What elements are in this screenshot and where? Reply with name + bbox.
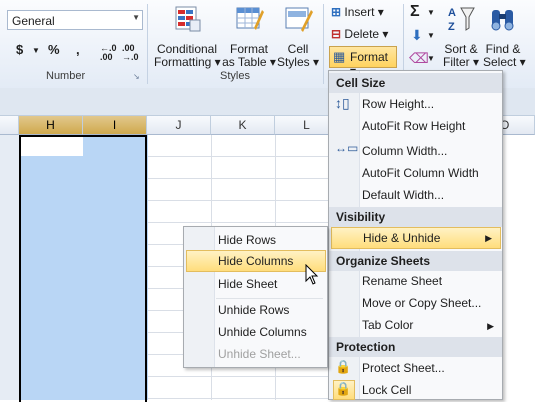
menu-item-move-copy[interactable]: Move or Copy Sheet... <box>362 292 481 314</box>
section-protection: Protection <box>329 337 502 357</box>
column-header-j[interactable]: J <box>147 116 211 135</box>
find-select-button[interactable]: Find & Select ▾ <box>483 4 526 69</box>
group-separator <box>323 4 324 84</box>
cs-label-2: Styles ▾ <box>276 55 320 69</box>
insert-icon: ⊞ <box>331 5 342 19</box>
cell-styles-icon <box>285 7 313 32</box>
hide-unhide-label: Hide & Unhide <box>363 231 441 245</box>
format-table-icon <box>236 7 264 30</box>
protect-sheet-icon: 🔒 <box>335 359 352 374</box>
fs-label-1: Find & <box>485 42 521 56</box>
insert-button[interactable]: ⊞ Insert ▾ <box>331 5 384 19</box>
delete-button[interactable]: ⊟ Delete ▾ <box>331 27 388 41</box>
select-all-corner[interactable] <box>0 116 19 135</box>
format-icon: ▦ <box>333 49 346 64</box>
mouse-pointer-icon <box>305 264 319 285</box>
lock-icon: 🔒 <box>335 381 352 396</box>
fs-label-2: Select ▾ <box>483 55 526 69</box>
chevron-down-icon[interactable]: ▼ <box>427 54 435 63</box>
increase-decimal-button[interactable]: ←.0 .00 <box>100 44 120 62</box>
fill-icon[interactable]: ⬇ <box>411 27 423 44</box>
menu-item-lock-cell[interactable]: Lock Cell <box>362 379 411 401</box>
menu-item-unhide-sheet: Unhide Sheet... <box>218 347 301 361</box>
section-organize-sheets: Organize Sheets <box>329 251 502 271</box>
comma-button[interactable]: , <box>76 42 80 57</box>
menu-item-row-height[interactable]: Row Height... <box>362 93 434 115</box>
menu-gutter <box>184 227 215 367</box>
chevron-down-icon[interactable]: ▼ <box>427 31 435 40</box>
dialog-launcher-icon[interactable]: ↘ <box>133 72 140 81</box>
number-format-value: General <box>12 14 55 28</box>
svg-text:A: A <box>448 7 456 19</box>
format-as-table-button[interactable]: Format as Table ▾ <box>222 4 276 69</box>
menu-item-column-width[interactable]: Column Width... <box>362 140 447 162</box>
clear-icon[interactable]: ⌫ <box>409 50 429 67</box>
menu-item-hide-unhide[interactable]: Hide & Unhide ▶ <box>331 227 501 249</box>
sort-filter-icon: A Z <box>448 7 475 33</box>
number-group-label: Number <box>46 70 86 82</box>
decrease-decimal-button[interactable]: .00 →.0 <box>122 44 142 62</box>
insert-label: Insert ▾ <box>344 5 384 19</box>
fat-label-1: Format <box>229 42 268 56</box>
currency-button[interactable]: $ <box>16 42 23 57</box>
column-header-o[interactable]: O <box>500 116 535 135</box>
menu-item-protect-sheet[interactable]: Protect Sheet... <box>362 357 445 379</box>
percent-button[interactable]: % <box>48 42 60 57</box>
group-separator <box>147 4 148 84</box>
autosum-icon[interactable]: Σ <box>410 3 420 21</box>
menu-item-rename-sheet[interactable]: Rename Sheet <box>362 270 442 292</box>
menu-item-autofit-row[interactable]: AutoFit Row Height <box>362 115 465 137</box>
delete-icon: ⊟ <box>331 27 342 41</box>
styles-group-label: Styles <box>220 70 250 82</box>
binoculars-icon <box>491 10 514 31</box>
menu-item-unhide-rows[interactable]: Unhide Rows <box>218 299 289 321</box>
sf-label-1: Sort & <box>444 42 478 56</box>
menu-item-unhide-columns[interactable]: Unhide Columns <box>218 321 307 343</box>
cf-label-2: Formatting ▾ <box>154 55 221 69</box>
delete-label: Delete ▾ <box>344 27 389 41</box>
sort-filter-button[interactable]: A Z Sort & Filter ▾ <box>440 4 482 69</box>
menu-item-default-width[interactable]: Default Width... <box>362 184 444 206</box>
cf-label-1: Conditional <box>156 42 218 56</box>
menu-item-autofit-column[interactable]: AutoFit Column Width <box>362 162 479 184</box>
row-height-icon: ↕▯ <box>335 95 350 111</box>
menu-item-tab-color[interactable]: Tab Color <box>362 314 413 336</box>
cell-styles-button[interactable]: Cell Styles ▾ <box>276 4 320 69</box>
section-visibility: Visibility <box>329 207 502 227</box>
conditional-formatting-icon <box>175 6 201 32</box>
section-cell-size: Cell Size <box>329 73 502 93</box>
hide-unhide-submenu: Hide Rows Hide Columns Hide Sheet Unhide… <box>183 226 328 368</box>
submenu-arrow-icon: ▶ <box>487 321 494 331</box>
chevron-down-icon[interactable]: ▼ <box>32 46 40 55</box>
row-header-column <box>0 135 20 400</box>
menu-item-hide-columns: Hide Columns <box>218 254 294 268</box>
column-header-i[interactable]: I <box>83 116 147 135</box>
menu-item-hide-rows[interactable]: Hide Rows <box>218 229 276 251</box>
column-width-icon: ↔▭ <box>335 141 359 155</box>
conditional-formatting-button[interactable]: Conditional Formatting ▾ <box>154 4 221 69</box>
selection-border <box>19 135 147 402</box>
sf-label-2: Filter ▾ <box>442 55 480 69</box>
submenu-arrow-icon: ▶ <box>485 233 492 243</box>
chevron-down-icon[interactable]: ▼ <box>132 13 140 22</box>
chevron-down-icon[interactable]: ▼ <box>427 8 435 17</box>
cs-label-1: Cell <box>287 42 309 56</box>
svg-text:Z: Z <box>448 21 455 33</box>
format-button[interactable]: ▦ Format ▾ <box>329 46 397 78</box>
format-menu: Cell Size ↕▯ Row Height... AutoFit Row H… <box>328 70 503 400</box>
fat-label-2: as Table ▾ <box>222 55 276 69</box>
menu-item-hide-sheet[interactable]: Hide Sheet <box>218 273 277 295</box>
column-header-h[interactable]: H <box>19 116 83 135</box>
number-format-combo[interactable]: General ▼ <box>7 10 143 30</box>
column-header-k[interactable]: K <box>211 116 275 135</box>
